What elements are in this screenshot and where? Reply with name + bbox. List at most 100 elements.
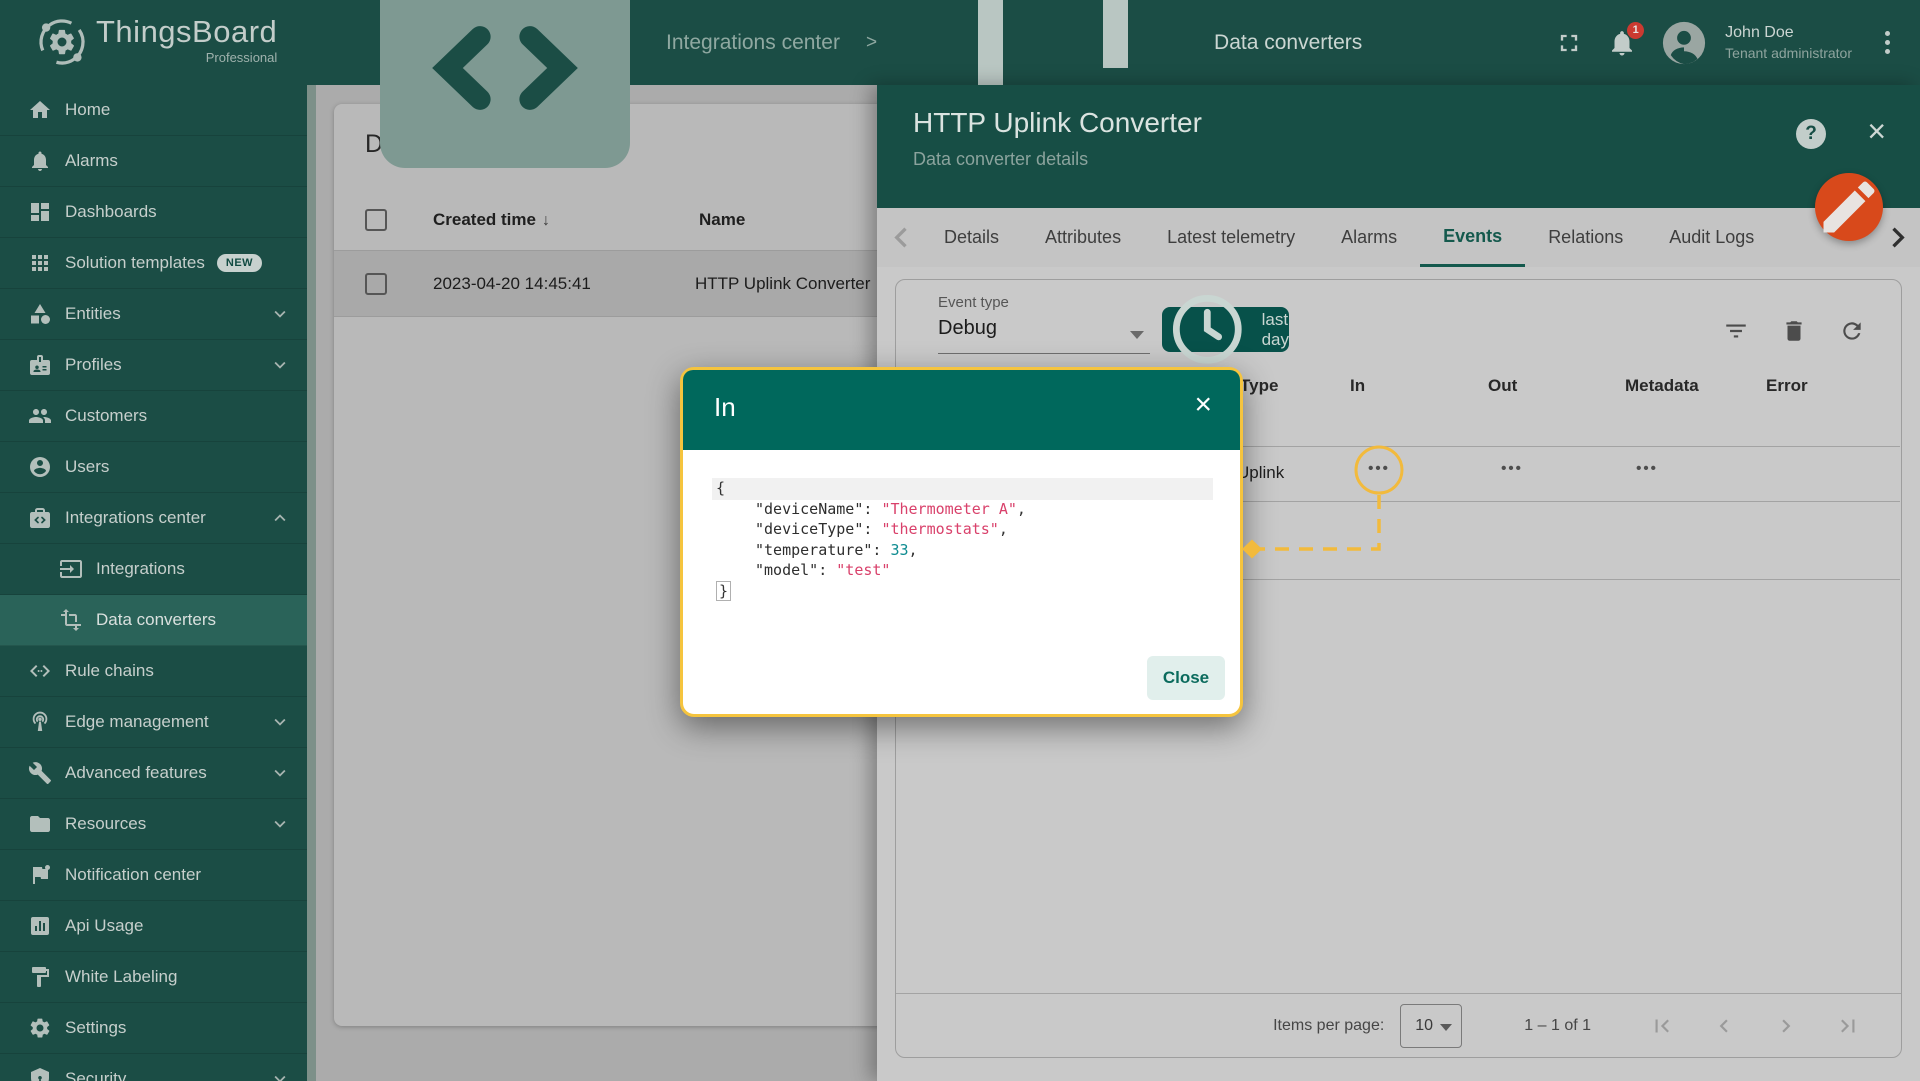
event-metadata-content-button[interactable]: ••• <box>1617 460 1677 477</box>
sidebar-item-alarms[interactable]: Alarms <box>0 136 307 187</box>
dialog-header: In × <box>683 370 1240 450</box>
paginator-range: 1 – 1 of 1 <box>1524 1016 1591 1034</box>
fullscreen-button[interactable] <box>1555 29 1583 57</box>
tabs-scroll-left-icon[interactable] <box>881 208 921 267</box>
code-line: "model": "test" <box>755 561 891 579</box>
items-per-page-label: Items per page: <box>1273 1016 1385 1034</box>
integrations-center-icon <box>355 0 655 193</box>
tab-alarms[interactable]: Alarms <box>1318 208 1420 267</box>
sidebar-item-advanced-features[interactable]: Advanced features <box>0 748 307 799</box>
sidebar-item-data-converters[interactable]: Data converters <box>0 595 307 646</box>
sidebar-item-solution-templates[interactable]: Solution templates NEW <box>0 238 307 289</box>
tabs-scroll-right-icon[interactable] <box>1878 208 1918 267</box>
next-page-button[interactable] <box>1773 1013 1799 1039</box>
apps-icon <box>28 251 52 275</box>
bell-icon <box>28 149 52 173</box>
sidebar-item-api-usage[interactable]: Api Usage <box>0 901 307 952</box>
tab-events[interactable]: Events <box>1420 208 1526 267</box>
sidebar-item-security[interactable]: Security <box>0 1054 307 1081</box>
drawer-close-button[interactable]: × <box>1867 111 1886 151</box>
dialog-close-icon[interactable]: × <box>1194 388 1212 422</box>
integration-input-icon <box>59 557 83 581</box>
kebab-menu-icon[interactable] <box>1876 28 1898 58</box>
first-page-button[interactable] <box>1649 1013 1675 1039</box>
last-page-button[interactable] <box>1835 1013 1861 1039</box>
gear-icon <box>28 1016 52 1040</box>
user-menu[interactable]: John Doe Tenant administrator <box>1725 24 1852 61</box>
row-checkbox[interactable] <box>365 272 387 295</box>
tab-bar: Details Attributes Latest telemetry Alar… <box>877 208 1920 267</box>
brand-name: ThingsBoard <box>96 14 278 49</box>
drawer-title: HTTP Uplink Converter <box>913 107 1202 138</box>
events-column-type: Type <box>1240 376 1279 395</box>
clear-events-button[interactable] <box>1781 318 1807 344</box>
sidebar-item-white-labeling[interactable]: White Labeling <box>0 952 307 1003</box>
event-type-value: Debug <box>938 317 997 339</box>
avatar[interactable] <box>1661 20 1707 66</box>
new-badge: NEW <box>216 254 263 272</box>
dialog-body: { "deviceName": "Thermometer A", "device… <box>683 450 1240 714</box>
sidebar-item-home[interactable]: Home <box>0 85 307 136</box>
table-row[interactable]: 2023-04-20 14:45:41 HTTP Uplink Converte… <box>334 250 934 317</box>
paint-icon <box>28 965 52 989</box>
events-column-out: Out <box>1488 376 1518 395</box>
sidebar-item-notification-center[interactable]: Notification center <box>0 850 307 901</box>
events-column-in: In <box>1350 376 1366 395</box>
sidebar-item-settings[interactable]: Settings <box>0 1003 307 1054</box>
time-window-button[interactable]: last day <box>1162 295 1289 364</box>
sidebar-item-dashboards[interactable]: Dashboards <box>0 187 307 238</box>
shield-icon <box>28 1067 52 1081</box>
thingsboard-logo-icon <box>34 14 90 70</box>
close-button[interactable]: Close <box>1147 656 1225 700</box>
sidebar-item-users[interactable]: Users <box>0 442 307 493</box>
tab-audit-logs[interactable]: Audit Logs <box>1646 208 1777 267</box>
rule-chains-icon <box>28 659 52 683</box>
column-created-time[interactable]: Created time ↓ <box>433 210 550 230</box>
refresh-button[interactable] <box>1839 318 1865 344</box>
folder-icon <box>28 812 52 836</box>
event-out-content-button[interactable]: ••• <box>1482 460 1542 477</box>
event-type-select[interactable]: Event type Debug <box>938 294 1150 354</box>
help-button[interactable]: ? <box>1796 119 1826 149</box>
sidebar-item-resources[interactable]: Resources <box>0 799 307 850</box>
breadcrumb: Integrations center > Data converters <box>355 0 1362 180</box>
code-line: "deviceType": "thermostats", <box>755 520 1008 538</box>
filter-button[interactable] <box>1723 318 1749 344</box>
sidebar-item-customers[interactable]: Customers <box>0 391 307 442</box>
chevron-down-icon <box>269 303 291 325</box>
sidebar-item-edge-management[interactable]: Edge management <box>0 697 307 748</box>
events-column-metadata: Metadata <box>1625 376 1699 395</box>
json-code-viewer: { "deviceName": "Thermometer A", "device… <box>716 478 1026 601</box>
tab-relations[interactable]: Relations <box>1525 208 1646 267</box>
sidebar-item-profiles[interactable]: Profiles <box>0 340 307 391</box>
prev-page-button[interactable] <box>1711 1013 1737 1039</box>
people-icon <box>28 404 52 428</box>
dashboard-icon <box>28 200 52 224</box>
topbar-actions: 1 John Doe Tenant administrator <box>1555 0 1898 85</box>
tab-attributes[interactable]: Attributes <box>1022 208 1144 267</box>
tab-latest-telemetry[interactable]: Latest telemetry <box>1144 208 1318 267</box>
edit-fab-button[interactable] <box>1815 173 1883 241</box>
select-all-checkbox[interactable] <box>365 209 387 231</box>
page-size-select[interactable]: 10 <box>1400 1003 1463 1048</box>
chevron-down-icon <box>1130 331 1144 339</box>
chevron-down-icon <box>269 813 291 835</box>
code-line: "temperature": 33, <box>755 540 918 559</box>
sidebar-item-rule-chains[interactable]: Rule chains <box>0 646 307 697</box>
events-column-error: Error <box>1766 376 1808 395</box>
chevron-down-icon <box>269 762 291 784</box>
notifications-button[interactable]: 1 <box>1607 21 1645 58</box>
event-in-content-button[interactable]: ••• <box>1349 460 1409 477</box>
breadcrumb-integrations-center[interactable]: Integrations center <box>355 0 840 193</box>
sidebar-item-integrations-center[interactable]: Integrations center <box>0 493 307 544</box>
sidebar-scrollbar[interactable] <box>307 85 316 1081</box>
user-name: John Doe <box>1725 24 1794 41</box>
sidebar-item-entities[interactable]: Entities <box>0 289 307 340</box>
drawer-header: HTTP Uplink Converter Data converter det… <box>877 85 1920 208</box>
tab-details[interactable]: Details <box>921 208 1022 267</box>
breadcrumb-separator: > <box>865 31 878 53</box>
sidebar-item-integrations[interactable]: Integrations <box>0 544 307 595</box>
brand-logo[interactable]: ThingsBoard Professional <box>34 12 277 70</box>
transform-icon <box>59 608 83 632</box>
paginator: Items per page: 10 1 – 1 of 1 <box>896 993 1901 1057</box>
